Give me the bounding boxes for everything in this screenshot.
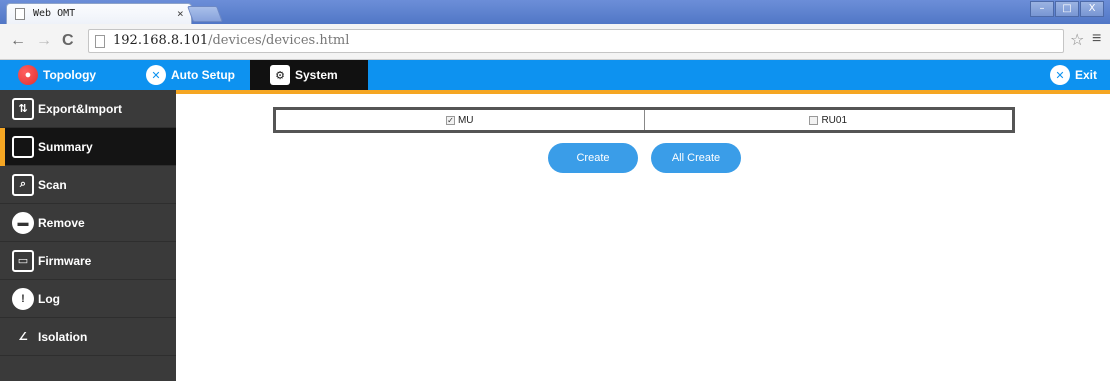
sidebar-item-label: Log — [38, 291, 60, 306]
sidebar-item-isolation[interactable]: ∠ Isolation — [0, 318, 176, 356]
tab-system-label: System — [295, 68, 338, 82]
window-controls: – □ X — [1030, 1, 1104, 17]
minimize-button[interactable]: – — [1030, 1, 1054, 17]
summary-icon — [12, 135, 34, 158]
forward-arrow-icon[interactable]: → — [36, 32, 52, 50]
browser-navbar: ← → C 192.168.8.101/devices/devices.html… — [0, 24, 1110, 60]
sidebar-item-log[interactable]: ! Log — [0, 280, 176, 318]
tab-close-icon[interactable]: × — [177, 7, 184, 20]
tab-topology[interactable]: ● Topology — [18, 60, 96, 90]
firmware-icon: ▭ — [12, 249, 34, 272]
sidebar-item-remove[interactable]: ▬ Remove — [0, 204, 176, 242]
topology-icon: ● — [18, 65, 38, 85]
app-top-nav: ● Topology ✕ Auto Setup ⚙ System ✕ Exit — [0, 60, 1110, 90]
scan-icon: ⌕ — [12, 173, 34, 196]
sidebar-item-label: Summary — [38, 139, 93, 154]
device-option-label: RU01 — [821, 114, 848, 126]
nav-accent-bar — [176, 90, 1110, 94]
remove-icon: ▬ — [12, 211, 34, 234]
url-text: 192.168.8.101/devices/devices.html — [113, 33, 349, 48]
sidebar-item-label: Remove — [38, 215, 85, 230]
sidebar-item-firmware[interactable]: ▭ Firmware — [0, 242, 176, 280]
tab-auto-setup-label: Auto Setup — [171, 68, 235, 82]
tab-system[interactable]: ⚙ System — [250, 60, 368, 90]
device-select-table: ✓ MU RU01 — [273, 107, 1015, 133]
ru01-checkbox[interactable] — [809, 115, 819, 125]
all-create-button[interactable]: All Create — [651, 143, 741, 173]
log-icon: ! — [12, 287, 34, 310]
exit-button[interactable]: ✕ Exit — [1050, 60, 1097, 90]
new-tab-button[interactable] — [187, 6, 223, 22]
gear-icon: ⚙ — [270, 65, 290, 85]
tab-auto-setup[interactable]: ✕ Auto Setup — [146, 60, 235, 90]
sidebar-item-scan[interactable]: ⌕ Scan — [0, 166, 176, 204]
sidebar-item-summary[interactable]: Summary — [0, 128, 176, 166]
browser-tabstrip: Web OMT × – □ X — [0, 0, 1110, 24]
exit-label: Exit — [1075, 68, 1098, 82]
browser-tab[interactable]: Web OMT × — [6, 3, 192, 24]
page-favicon-icon — [15, 8, 25, 20]
sidebar-item-label: Firmware — [38, 253, 92, 268]
close-window-button[interactable]: X — [1080, 1, 1104, 17]
wrench-icon: ✕ — [146, 65, 166, 85]
device-option-ru01[interactable]: RU01 — [643, 110, 1013, 130]
back-arrow-icon[interactable]: ← — [10, 32, 26, 50]
device-option-label: MU — [457, 114, 474, 126]
tab-topology-label: Topology — [43, 68, 97, 82]
create-button[interactable]: Create — [548, 143, 638, 173]
device-option-mu[interactable]: ✓ MU — [276, 110, 644, 130]
close-circle-icon: ✕ — [1050, 65, 1070, 85]
sidebar-item-label: Isolation — [38, 329, 88, 344]
browser-menu-icon[interactable]: ≡ — [1092, 30, 1101, 48]
url-host: 192.168.8.101 — [113, 33, 209, 48]
export-import-icon: ⇅ — [12, 97, 34, 120]
sidebar-item-label: Scan — [38, 177, 67, 192]
isolation-icon: ∠ — [18, 331, 28, 343]
tab-title: Web OMT — [33, 8, 76, 19]
sidebar: ⇅ Export&Import Summary ⌕ Scan ▬ Remove … — [0, 90, 176, 381]
sidebar-item-label: Export&Import — [38, 101, 122, 116]
mu-checkbox[interactable]: ✓ — [445, 115, 455, 125]
page-icon — [95, 35, 105, 48]
address-bar[interactable]: 192.168.8.101/devices/devices.html — [88, 29, 1064, 53]
sidebar-item-export-import[interactable]: ⇅ Export&Import — [0, 90, 176, 128]
maximize-button[interactable]: □ — [1055, 1, 1079, 17]
reload-icon[interactable]: C — [62, 32, 74, 50]
url-path: /devices/devices.html — [208, 33, 350, 48]
bookmark-star-icon[interactable]: ☆ — [1070, 30, 1084, 50]
